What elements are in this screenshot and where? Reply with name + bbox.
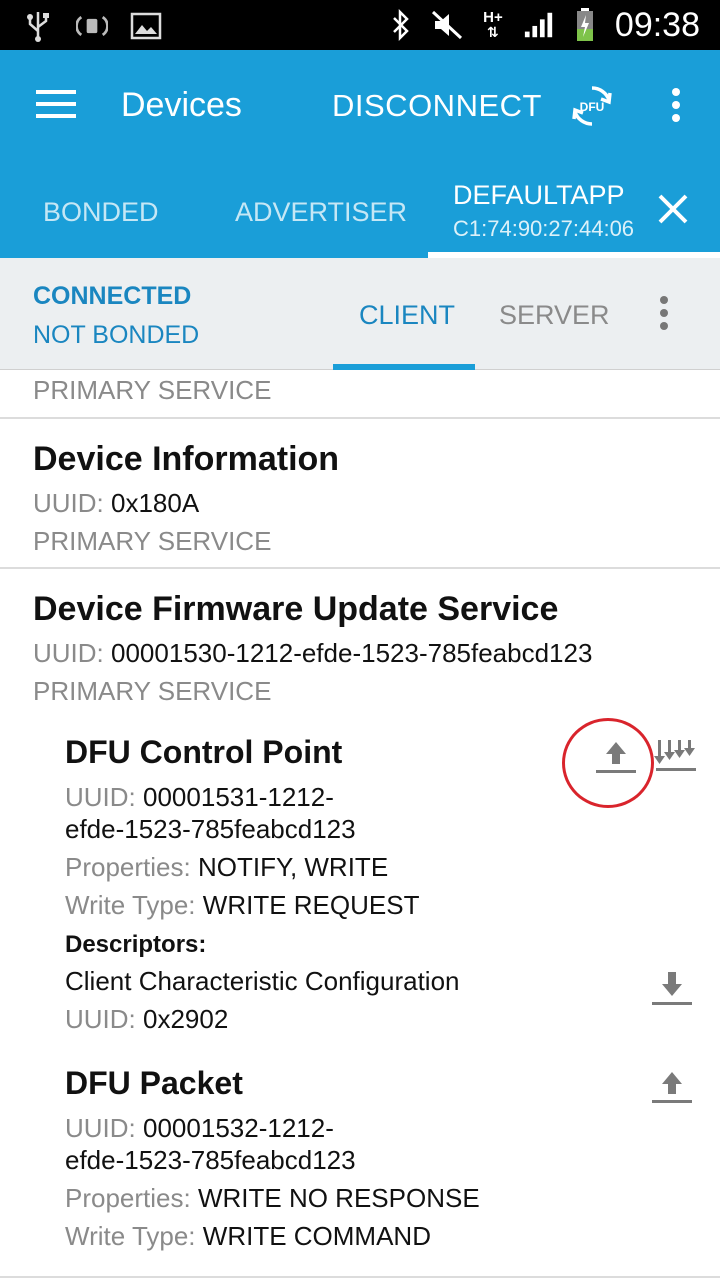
service-name[interactable]: Device Information — [33, 440, 339, 479]
descriptors-header: Descriptors: — [65, 931, 207, 958]
characteristic-name[interactable]: DFU Packet — [65, 1065, 243, 1102]
tab-client-label: CLIENT — [359, 300, 456, 330]
bond-status: NOT BONDED — [33, 321, 200, 349]
characteristic-properties: Properties: WRITE NO RESPONSE — [65, 1183, 480, 1213]
close-icon[interactable] — [656, 192, 690, 226]
services-list: PRIMARY SERVICE Device Information UUID:… — [0, 370, 720, 1280]
overflow-menu-icon[interactable] — [652, 296, 676, 336]
characteristic-uuid-cont: efde-1523-785feabcd123 — [65, 814, 356, 844]
characteristic-uuid: UUID: 00001532-1212- — [65, 1113, 334, 1143]
read-icon[interactable] — [648, 966, 696, 1014]
svg-text:DFU: DFU — [580, 100, 605, 114]
battery-icon — [569, 7, 601, 43]
service-name[interactable]: Device Firmware Update Service — [33, 590, 558, 629]
characteristic-uuid: UUID: 00001531-1212- — [65, 782, 334, 812]
tab-device-address: C1:74:90:27:44:06 — [453, 216, 635, 241]
hamburger-menu-icon[interactable] — [36, 90, 76, 122]
divider — [0, 1276, 720, 1278]
characteristic-name[interactable]: DFU Control Point — [65, 734, 342, 771]
network-type: H+ ⇅ — [483, 9, 503, 40]
status-bar: H+ ⇅ 09:38 — [0, 0, 720, 50]
usb-icon — [22, 8, 54, 44]
image-icon — [130, 8, 162, 44]
tab-device-name: DEFAULTAPP — [453, 180, 625, 210]
overflow-menu-icon[interactable] — [664, 88, 688, 128]
app-bar: Devices DISCONNECT DFU BONDED ADVERTISER… — [0, 50, 720, 258]
tab-bonded[interactable]: BONDED — [43, 197, 159, 228]
mute-icon — [431, 7, 463, 43]
write-icon[interactable] — [648, 1064, 696, 1112]
highlight-annotation — [562, 718, 654, 808]
service-type: PRIMARY SERVICE — [33, 526, 272, 556]
characteristic-properties: Properties: NOTIFY, WRITE — [65, 852, 389, 882]
service-uuid: UUID: 00001530-1212-efde-1523-785feabcd1… — [33, 638, 593, 668]
connection-bar: CONNECTED NOT BONDED CLIENT SERVER — [0, 258, 720, 370]
connection-status: CONNECTED — [33, 282, 192, 310]
dfu-icon[interactable]: DFU — [570, 84, 614, 128]
characteristic-write-type: Write Type: WRITE REQUEST — [65, 890, 420, 920]
notify-icon[interactable] — [652, 730, 700, 778]
signal-icon — [523, 7, 555, 43]
characteristic-uuid-cont: efde-1523-785feabcd123 — [65, 1145, 356, 1175]
service-uuid: UUID: 0x180A — [33, 488, 200, 518]
bluetooth-icon — [385, 7, 417, 43]
nfc-icon — [76, 8, 108, 44]
divider — [0, 567, 720, 569]
characteristic-write-type: Write Type: WRITE COMMAND — [65, 1221, 431, 1251]
tab-client[interactable]: CLIENT — [333, 258, 475, 370]
descriptor-name[interactable]: Client Characteristic Configuration — [65, 966, 460, 997]
app-title: Devices — [121, 86, 242, 124]
tab-server[interactable]: SERVER — [499, 300, 610, 331]
tab-advertiser[interactable]: ADVERTISER — [235, 197, 407, 228]
service-type: PRIMARY SERVICE — [33, 676, 272, 706]
service-type: PRIMARY SERVICE — [33, 375, 272, 405]
clock: 09:38 — [614, 6, 700, 44]
descriptor-uuid: UUID: 0x2902 — [65, 1004, 229, 1034]
divider — [0, 417, 720, 419]
disconnect-button[interactable]: DISCONNECT — [332, 88, 542, 124]
